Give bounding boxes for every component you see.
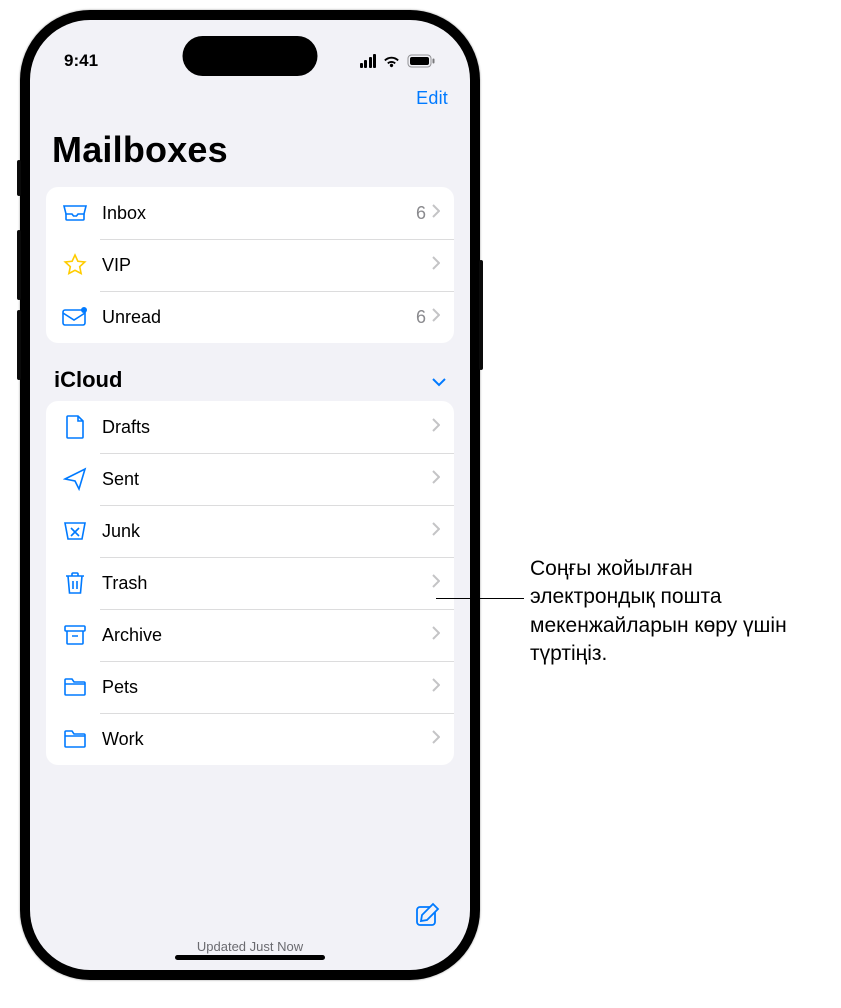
chevron-down-icon — [432, 367, 446, 393]
chevron-right-icon — [432, 574, 440, 593]
mailbox-label: Unread — [102, 307, 416, 328]
sent-icon — [62, 466, 88, 492]
folder-label: Work — [102, 729, 432, 750]
folder-label: Trash — [102, 573, 432, 594]
mailbox-label: Inbox — [102, 203, 416, 224]
folder-icon — [62, 674, 88, 700]
nav-bar: Edit — [30, 80, 470, 111]
status-time: 9:41 — [64, 51, 98, 71]
dynamic-island — [183, 36, 318, 76]
folder-label: Drafts — [102, 417, 432, 438]
folder-archive[interactable]: Archive — [46, 609, 454, 661]
screen: 9:41 Edit Mailboxes Inbox 6 — [30, 20, 470, 970]
chevron-right-icon — [432, 418, 440, 437]
chevron-right-icon — [432, 470, 440, 489]
volume-down-button — [17, 310, 21, 380]
account-section-header[interactable]: iCloud — [30, 357, 470, 397]
folder-label: Junk — [102, 521, 432, 542]
folder-junk[interactable]: Junk — [46, 505, 454, 557]
folder-drafts[interactable]: Drafts — [46, 401, 454, 453]
page-title: Mailboxes — [30, 111, 470, 183]
mailbox-unread[interactable]: Unread 6 — [46, 291, 454, 343]
chevron-right-icon — [432, 522, 440, 541]
folder-icon — [62, 726, 88, 752]
power-button — [479, 260, 483, 370]
inbox-icon — [62, 200, 88, 226]
mailbox-count: 6 — [416, 307, 426, 328]
home-indicator — [175, 955, 325, 960]
folder-work[interactable]: Work — [46, 713, 454, 765]
callout-text: Соңғы жойылған электрондық пошта мекенжа… — [530, 555, 820, 668]
chevron-right-icon — [432, 204, 440, 223]
folder-trash[interactable]: Trash — [46, 557, 454, 609]
folder-sent[interactable]: Sent — [46, 453, 454, 505]
phone-frame: 9:41 Edit Mailboxes Inbox 6 — [20, 10, 480, 980]
edit-button[interactable]: Edit — [416, 88, 448, 109]
side-button — [17, 160, 21, 196]
star-icon — [62, 252, 88, 278]
cellular-icon — [360, 54, 377, 68]
callout-leader-line — [436, 598, 524, 599]
mailbox-label: VIP — [102, 255, 426, 276]
junk-icon — [62, 518, 88, 544]
mailbox-vip[interactable]: VIP — [46, 239, 454, 291]
wifi-icon — [382, 54, 401, 68]
chevron-right-icon — [432, 256, 440, 275]
trash-icon — [62, 570, 88, 596]
chevron-right-icon — [432, 308, 440, 327]
chevron-right-icon — [432, 678, 440, 697]
battery-icon — [407, 54, 436, 68]
chevron-right-icon — [432, 626, 440, 645]
folder-label: Archive — [102, 625, 432, 646]
folder-pets[interactable]: Pets — [46, 661, 454, 713]
account-folders-list: Drafts Sent Junk Tra — [46, 401, 454, 765]
chevron-right-icon — [432, 730, 440, 749]
mailbox-count: 6 — [416, 203, 426, 224]
volume-up-button — [17, 230, 21, 300]
folder-label: Pets — [102, 677, 432, 698]
account-name: iCloud — [54, 367, 122, 393]
mailboxes-list: Inbox 6 VIP Unread 6 — [46, 187, 454, 343]
unread-icon — [62, 304, 88, 330]
folder-label: Sent — [102, 469, 432, 490]
compose-button[interactable] — [414, 901, 442, 934]
drafts-icon — [62, 414, 88, 440]
sync-status: Updated Just Now — [197, 939, 303, 954]
mailbox-inbox[interactable]: Inbox 6 — [46, 187, 454, 239]
archive-icon — [62, 622, 88, 648]
